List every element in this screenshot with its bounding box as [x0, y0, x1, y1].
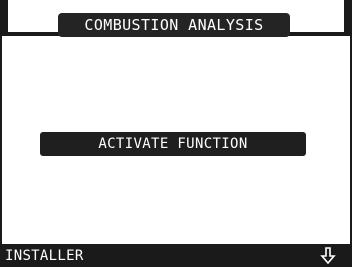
- down-arrow-icon[interactable]: [318, 246, 338, 266]
- device-screen: COMBUSTION ANALYSIS ACTIVATE FUNCTION IN…: [0, 0, 352, 267]
- left-border: [0, 36, 2, 244]
- installer-label[interactable]: INSTALLER: [5, 247, 84, 265]
- page-title: COMBUSTION ANALYSIS: [58, 13, 290, 37]
- activate-function-button[interactable]: ACTIVATE FUNCTION: [40, 132, 306, 156]
